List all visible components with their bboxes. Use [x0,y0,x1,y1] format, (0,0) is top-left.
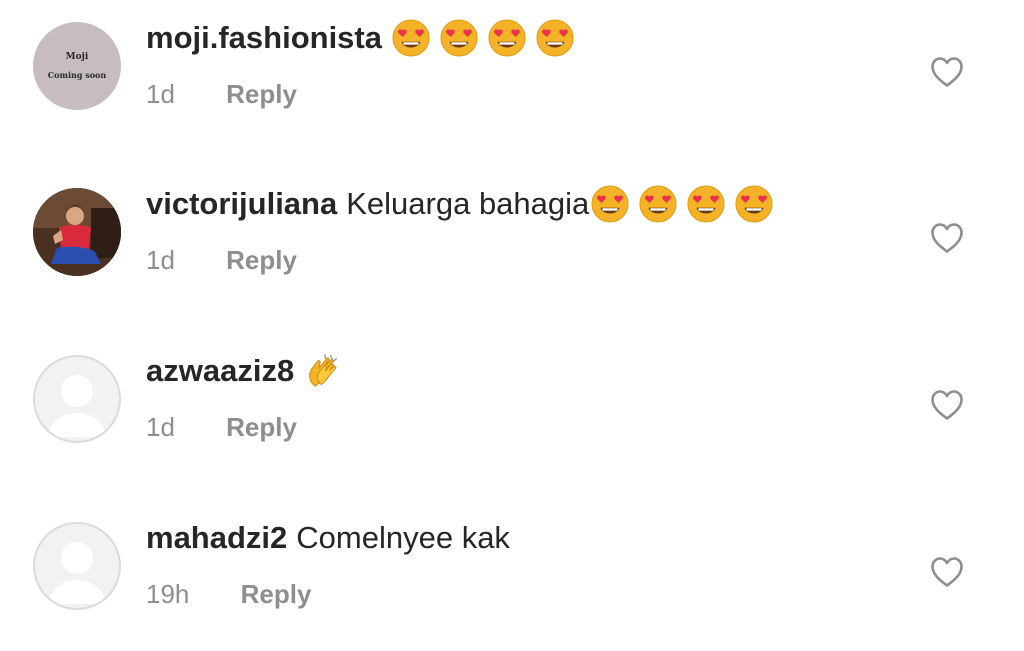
emoji-group [392,19,574,57]
comment-meta: 19h Reply [146,576,311,612]
heart-outline-icon[interactable] [930,556,964,588]
heart-outline-icon[interactable] [930,222,964,254]
comment-line: azwaaziz8 [146,349,342,393]
comment-timestamp: 19h [146,579,190,609]
heart-outline-icon[interactable] [930,389,964,421]
avatar-brand-name: Moji [65,52,89,62]
heart-eyes-emoji [591,185,629,223]
reply-button[interactable]: Reply [226,76,297,112]
comment-item: azwaaziz8 1d Reply [0,333,1024,483]
comment-item: Moji Coming soon moji.fashionista 1d Rep… [0,0,1024,150]
heart-eyes-emoji [639,185,677,223]
comment-text: Keluarga bahagia [346,186,590,221]
reply-button[interactable]: Reply [226,242,297,278]
heart-eyes-emoji [536,19,574,57]
comment-item: mahadzi2 Comelnyee kak 19h Reply [0,500,1024,650]
avatar[interactable] [33,522,121,610]
person-silhouette-icon [47,542,107,604]
heart-eyes-emoji [488,19,526,57]
comment-meta: 1d Reply [146,242,297,278]
comment-username[interactable]: azwaaziz8 [146,349,294,393]
heart-eyes-emoji [735,185,773,223]
clapping-hands-emoji [309,354,338,387]
emoji-group [304,352,342,390]
heart-eyes-emoji [687,185,725,223]
comment-line: victorijuliana Keluarga bahagia [146,182,773,226]
heart-eyes-emoji [440,19,478,57]
comment-timestamp: 1d [146,412,175,442]
avatar-photo [33,188,121,276]
comment-timestamp: 1d [146,79,175,109]
emoji-group [591,185,773,223]
avatar[interactable] [33,355,121,443]
person-silhouette-icon [47,375,107,437]
heart-eyes-emoji [392,19,430,57]
heart-outline-icon[interactable] [930,56,964,88]
comment-line: mahadzi2 Comelnyee kak [146,516,510,560]
comment-username[interactable]: victorijuliana [146,182,337,226]
reply-button[interactable]: Reply [226,409,297,445]
comment-username[interactable]: mahadzi2 [146,516,287,560]
comment-text: Comelnyee kak [296,520,510,555]
avatar[interactable]: Moji Coming soon [33,22,121,110]
comment-meta: 1d Reply [146,76,297,112]
avatar-brand-subtitle: Coming soon [47,70,107,80]
comment-meta: 1d Reply [146,409,297,445]
reply-button[interactable]: Reply [241,576,312,612]
comment-item: victorijuliana Keluarga bahagia 1d Reply [0,166,1024,316]
comment-line: moji.fashionista [146,16,574,60]
comment-timestamp: 1d [146,245,175,275]
avatar[interactable] [33,188,121,276]
comment-username[interactable]: moji.fashionista [146,16,382,60]
